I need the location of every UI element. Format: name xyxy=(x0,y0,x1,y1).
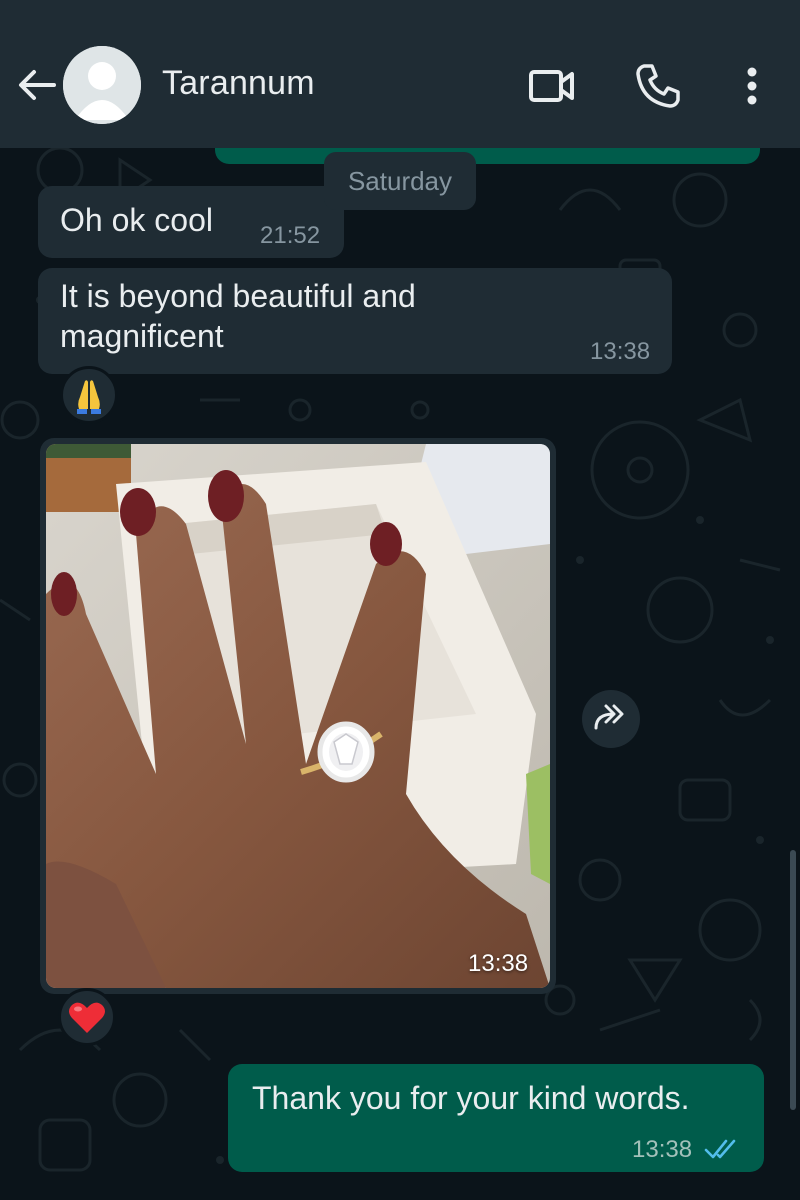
scrollbar[interactable] xyxy=(790,850,796,1110)
outgoing-message-bubble[interactable]: Thank you for your kind words. 13:38 xyxy=(228,1064,764,1172)
folded-hands-emoji-icon xyxy=(77,380,101,414)
back-button[interactable] xyxy=(14,62,60,108)
more-vertical-icon xyxy=(747,67,757,105)
phone-icon xyxy=(636,64,680,108)
forward-button[interactable] xyxy=(582,690,640,748)
message-time: 13:38 xyxy=(632,1136,693,1163)
message-text-line-2: magnificent xyxy=(60,318,224,354)
red-heart-emoji-icon xyxy=(69,1002,105,1033)
message-time: 13:38 xyxy=(590,338,651,365)
incoming-message-bubble[interactable]: It is beyond beautiful and magnificent 1… xyxy=(38,268,672,374)
forward-arrow-icon xyxy=(594,704,624,730)
more-options-button[interactable] xyxy=(726,60,778,112)
reaction-badge[interactable] xyxy=(58,988,116,1046)
message-text-line-1: It is beyond beautiful and xyxy=(60,278,416,314)
ring-photo[interactable] xyxy=(46,444,550,988)
arrow-left-icon xyxy=(19,70,56,100)
read-double-check-icon xyxy=(704,1139,736,1159)
contact-avatar[interactable] xyxy=(63,46,141,124)
image-time: 13:38 xyxy=(468,950,529,977)
default-avatar-icon xyxy=(63,46,141,124)
message-text: Thank you for your kind words. xyxy=(252,1080,690,1116)
video-camera-icon xyxy=(529,70,574,102)
reaction-badge[interactable] xyxy=(60,366,118,424)
voice-call-button[interactable] xyxy=(632,60,684,112)
photo-hand-with-ring-image xyxy=(46,444,550,988)
day-separator: Saturday xyxy=(324,152,476,210)
message-time: 21:52 xyxy=(260,222,321,249)
video-call-button[interactable] xyxy=(526,60,578,112)
message-text: Oh ok cool xyxy=(60,202,213,238)
incoming-message-bubble[interactable]: Oh ok cool 21:52 xyxy=(38,186,344,258)
chat-header: Tarannum xyxy=(0,0,800,148)
contact-name[interactable]: Tarannum xyxy=(162,64,315,103)
